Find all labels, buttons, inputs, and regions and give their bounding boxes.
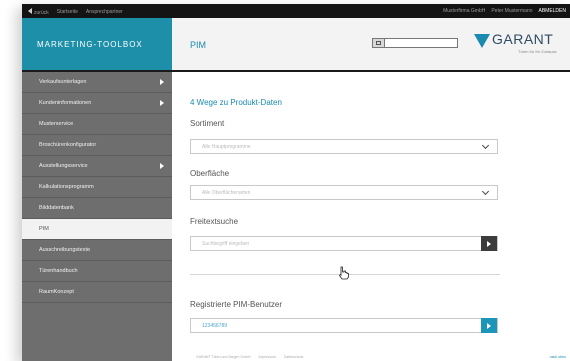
sortiment-select[interactable]: Alle Hauptprogramme <box>190 139 498 154</box>
app-window: zurück Startseite Ansprechpartner Muster… <box>22 4 570 361</box>
pim-user-submit-button[interactable] <box>481 318 497 333</box>
user-name: Peter Mustermann <box>491 8 533 14</box>
footer-company-link[interactable]: GARANT Türen und Zargen GmbH <box>196 355 251 359</box>
search-input[interactable] <box>385 39 457 47</box>
back-link[interactable]: zurück <box>28 8 49 16</box>
sidebar-item-musterservice[interactable]: Musterservice <box>22 114 172 135</box>
arrow-right-icon <box>487 322 491 329</box>
sortiment-value: Alle Hauptprogramme <box>202 144 251 150</box>
sidebar-item-raumkonzept[interactable]: RaumKonzept <box>22 282 172 303</box>
sidebar-item-broschuerenkonfigurator[interactable]: Broschürenkonfigurator <box>22 135 172 156</box>
chevron-right-icon <box>160 79 164 85</box>
search-button[interactable] <box>373 39 385 47</box>
arrow-right-icon <box>487 240 491 247</box>
header-search <box>372 38 458 48</box>
logo-triangle-icon <box>474 34 490 48</box>
contact-link[interactable]: Ansprechpartner <box>86 9 123 15</box>
freitext-input[interactable]: Suchbegriff eingeben <box>190 236 498 251</box>
footer-top-link[interactable]: nach oben <box>550 355 566 359</box>
back-arrow-icon <box>28 8 32 14</box>
garant-logo[interactable]: GARANT Türen für Ihr Zuhause <box>474 31 570 62</box>
oberflaeche-value: Alle Oberflächenarten <box>202 190 251 196</box>
sidebar-item-kundeninformationen[interactable]: Kundeninformationen <box>22 93 172 114</box>
company-name: Musterfirma GmbH <box>443 8 486 14</box>
sidebar-item-bilddatenbank[interactable]: Bilddatenbank <box>22 198 172 219</box>
hand-cursor-icon <box>338 266 349 280</box>
section-title: 4 Wege zu Produkt-Daten <box>190 98 282 107</box>
chevron-down-icon <box>481 187 490 196</box>
oberflaeche-select[interactable]: Alle Oberflächenarten <box>190 185 498 200</box>
freitext-search-button[interactable] <box>481 236 497 251</box>
chevron-right-icon <box>160 100 164 106</box>
footer-datenschutz-link[interactable]: Datenschutz <box>284 355 303 359</box>
oberflaeche-label: Oberfläche <box>190 169 230 178</box>
sidebar: Verkaufsunterlagen Kundeninformationen M… <box>22 72 172 361</box>
sidebar-item-ausschreibungstexte[interactable]: Ausschreibungstexte <box>22 240 172 261</box>
sidebar-item-verkaufsunterlagen[interactable]: Verkaufsunterlagen <box>22 72 172 93</box>
sidebar-item-kalkulationsprogramm[interactable]: Kalkulationsprogramm <box>22 177 172 198</box>
logo-name: GARANT <box>492 31 554 47</box>
main-content: 4 Wege zu Produkt-Daten Sortiment Alle H… <box>190 72 500 361</box>
footer-impressum-link[interactable]: Impressum <box>259 355 276 359</box>
sortiment-label: Sortiment <box>190 119 225 128</box>
header: MARKETING-TOOLBOX PIM GARANT Türen für I… <box>22 18 570 70</box>
chevron-down-icon <box>481 141 490 150</box>
pim-user-input[interactable]: 123456789 <box>190 318 498 333</box>
freitext-placeholder: Suchbegriff eingeben <box>202 241 250 247</box>
sidebar-item-ausstellungsservice[interactable]: Ausstellungsservice <box>22 156 172 177</box>
freitext-label: Freitextsuche <box>190 217 239 226</box>
pim-user-label: Registrierte PIM-Benutzer <box>190 300 283 309</box>
home-link[interactable]: Startseite <box>57 9 78 15</box>
module-header: PIM GARANT Türen für Ihr Zuhause <box>172 18 570 70</box>
footer: GARANT Türen und Zargen GmbH Impressum D… <box>172 354 570 361</box>
logo-slogan: Türen für Ihr Zuhause <box>518 49 557 54</box>
brand-title: MARKETING-TOOLBOX <box>22 18 172 70</box>
logout-link[interactable]: ABMELDEN <box>538 8 566 14</box>
page-title: PIM <box>190 40 207 50</box>
top-bar: zurück Startseite Ansprechpartner Muster… <box>22 4 570 18</box>
sidebar-item-tuerenhandbuch[interactable]: Türenhandbuch <box>22 261 172 282</box>
chevron-right-icon <box>160 163 164 169</box>
search-icon <box>376 41 381 45</box>
sidebar-item-pim[interactable]: PIM <box>22 219 172 240</box>
pim-user-value: 123456789 <box>202 323 228 329</box>
